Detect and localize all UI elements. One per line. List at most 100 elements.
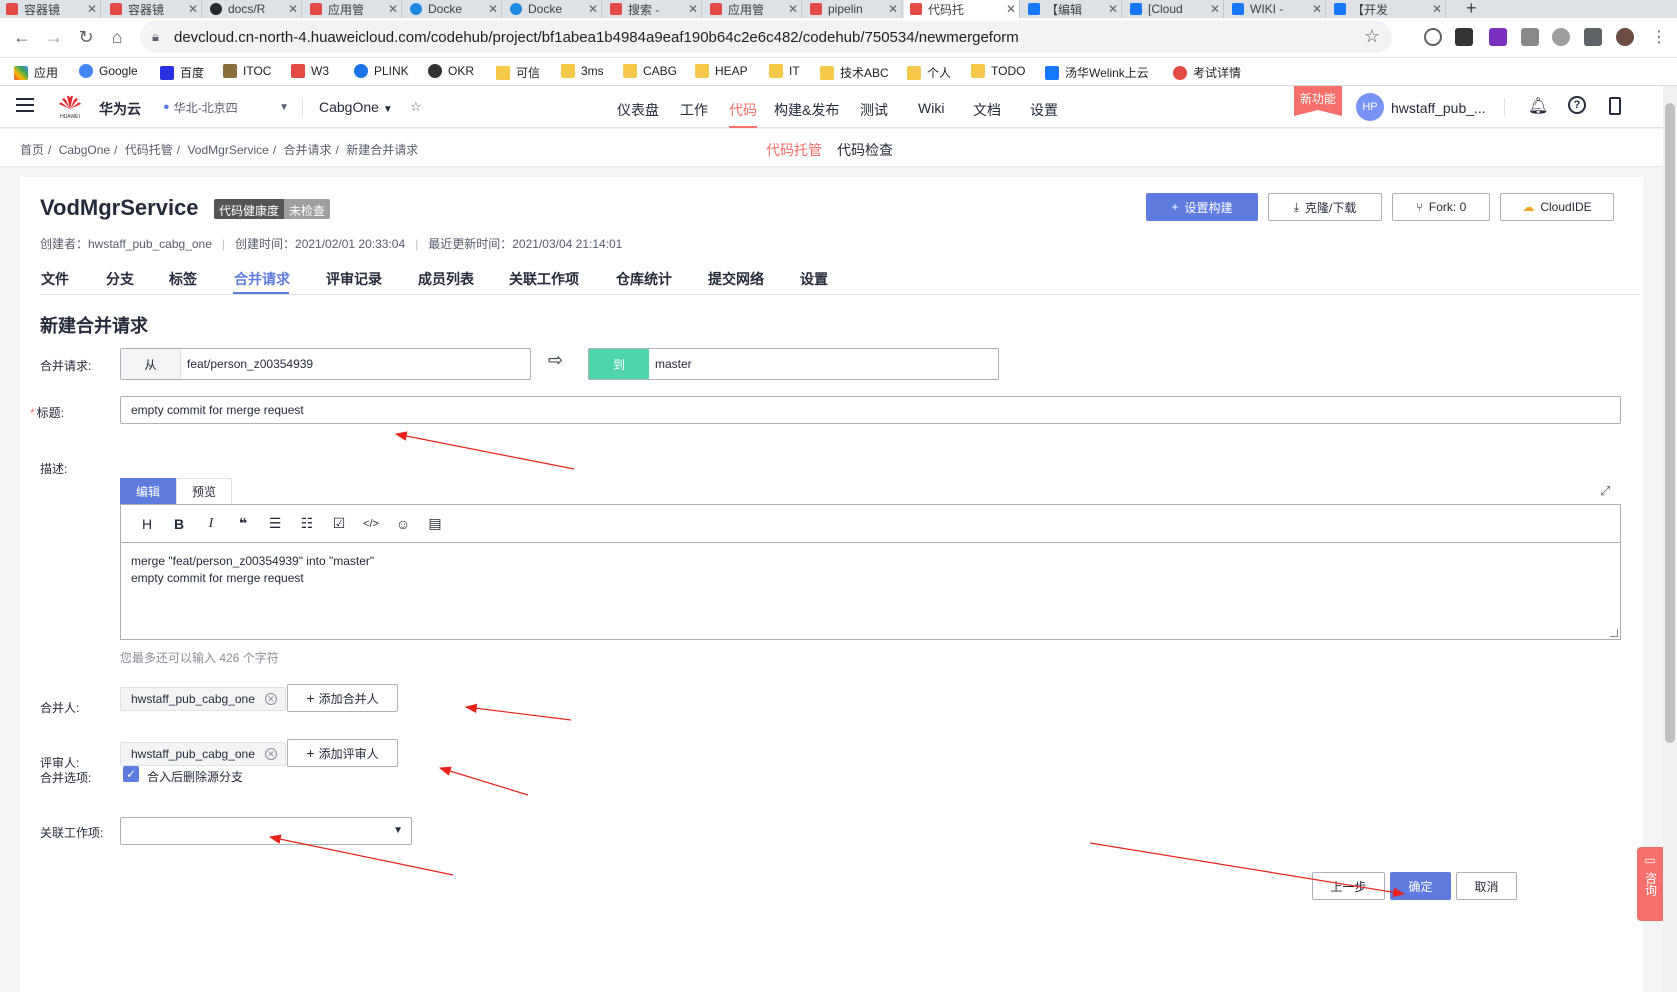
bookmark-folder[interactable]: HEAP (695, 64, 748, 78)
breadcrumb-merge-requests[interactable]: 合并请求 (284, 143, 332, 157)
nav-docs[interactable]: 文档 (973, 100, 1001, 120)
tab-merge-requests[interactable]: 合并请求 (234, 269, 290, 289)
region-selector[interactable]: ● 华北-北京四 ▼ (163, 95, 289, 119)
extension-icon[interactable] (1552, 28, 1570, 46)
browser-tab[interactable]: 【开发 ✕ (1328, 0, 1446, 18)
breadcrumb-project[interactable]: CabgOne (59, 143, 110, 157)
health-badge[interactable]: 代码健康度 未检查 (214, 199, 331, 219)
breadcrumb-codehub[interactable]: 代码托管 (125, 143, 173, 157)
browser-tab[interactable]: 搜索 - ✕ (604, 0, 702, 18)
tab-network[interactable]: 提交网络 (708, 269, 764, 289)
extension-icon[interactable] (1424, 28, 1442, 46)
italic-icon[interactable]: I (195, 516, 227, 532)
fork-button[interactable]: ⑂ Fork: 0 (1392, 193, 1490, 221)
emoji-icon[interactable]: ☺ (387, 516, 419, 532)
url-text[interactable]: devcloud.cn-north-4.huaweicloud.com/code… (174, 29, 1019, 46)
close-icon[interactable]: ✕ (185, 2, 201, 16)
close-icon[interactable]: ✕ (585, 2, 601, 16)
task-list-icon[interactable]: ☑ (323, 515, 355, 532)
delete-source-branch-checkbox[interactable]: ✓ (123, 766, 139, 782)
browser-tab[interactable]: docs/R ✕ (204, 0, 302, 18)
heading-icon[interactable]: H (131, 516, 163, 532)
bookmark-folder[interactable]: TODO (971, 64, 1025, 78)
mobile-icon[interactable] (1609, 97, 1621, 115)
close-icon[interactable]: ✕ (1003, 2, 1019, 16)
nav-settings[interactable]: 设置 (1030, 100, 1058, 120)
new-feature-badge[interactable]: 新功能 (1294, 86, 1342, 116)
tab-work-items[interactable]: 关联工作项 (509, 269, 579, 289)
editor-tab-edit[interactable]: 编辑 (120, 478, 176, 504)
confirm-button[interactable]: 确定 (1390, 872, 1451, 900)
breadcrumb-home[interactable]: 首页 (20, 143, 44, 157)
target-branch-field[interactable]: 到 master (588, 348, 999, 380)
close-icon[interactable]: ✕ (1105, 2, 1121, 16)
nav-work[interactable]: 工作 (680, 100, 708, 120)
bookmark-item[interactable]: 汤华Welink上云 (1045, 64, 1149, 81)
nav-dashboard[interactable]: 仪表盘 (617, 100, 659, 120)
browser-tab[interactable]: pipelin ✕ (804, 0, 902, 18)
setup-build-button[interactable]: + 设置构建 (1146, 193, 1258, 221)
browser-tab[interactable]: 容器镜 ✕ (0, 0, 101, 18)
close-icon[interactable]: ✕ (285, 2, 301, 16)
close-icon[interactable]: ✕ (1207, 2, 1223, 16)
bookmark-item[interactable]: ITOC (223, 64, 271, 78)
bookmark-folder[interactable]: IT (769, 64, 800, 78)
nav-wiki[interactable]: Wiki (918, 100, 944, 116)
bookmark-folder[interactable]: 3ms (561, 64, 604, 78)
omnibox[interactable]: 🔒︎ devcloud.cn-north-4.huaweicloud.com/c… (140, 21, 1392, 53)
favorite-star-icon[interactable]: ☆ (410, 99, 422, 115)
close-icon[interactable]: ✕ (485, 2, 501, 16)
home-icon[interactable]: ⌂ (106, 27, 128, 48)
browser-tab[interactable]: 容器镜 ✕ (104, 0, 202, 18)
extension-icon[interactable] (1489, 28, 1507, 46)
close-icon[interactable]: ✕ (1309, 2, 1325, 16)
browser-tab[interactable]: Docke ✕ (404, 0, 502, 18)
nav-build-release[interactable]: 构建&发布 (774, 100, 839, 120)
browser-tab[interactable]: 应用管 ✕ (304, 0, 402, 18)
tab-tags[interactable]: 标签 (169, 269, 197, 289)
bookmark-item[interactable]: 考试详情 (1173, 64, 1241, 81)
tab-branches[interactable]: 分支 (106, 269, 134, 289)
close-icon[interactable]: ✕ (785, 2, 801, 16)
back-icon[interactable]: ← (11, 27, 33, 48)
new-tab-icon[interactable]: + (1466, 0, 1477, 19)
reload-icon[interactable]: ↻ (75, 27, 97, 48)
resize-handle[interactable] (1610, 629, 1618, 637)
extension-icon[interactable] (1521, 28, 1539, 46)
page-scrollbar-thumb[interactable] (1665, 103, 1675, 743)
more-icon[interactable]: ⋮ (1648, 27, 1670, 47)
bookmark-item[interactable]: W3 (291, 64, 329, 78)
puzzle-icon[interactable] (1584, 28, 1602, 46)
delete-source-branch-label[interactable]: 合入后删除源分支 (147, 768, 243, 785)
forward-icon[interactable]: → (43, 27, 65, 48)
hamburger-menu-icon[interactable] (16, 98, 34, 112)
bookmark-star-icon[interactable]: ☆ (1364, 26, 1380, 47)
remove-icon[interactable]: ✕ (264, 693, 277, 705)
bell-icon[interactable]: 🔔︎ (1528, 96, 1548, 116)
title-input[interactable]: empty commit for merge request (120, 396, 1621, 424)
ordered-list-icon[interactable]: ☷ (291, 515, 323, 532)
bookmark-item[interactable]: 百度 (160, 64, 204, 81)
prev-step-button[interactable]: 上一步 (1312, 872, 1385, 900)
nav-test[interactable]: 测试 (860, 100, 888, 120)
source-branch-field[interactable]: 从 feat/person_z00354939 (120, 348, 531, 380)
tab-statistics[interactable]: 仓库统计 (616, 269, 672, 289)
bold-icon[interactable]: B (163, 516, 195, 532)
add-merger-button[interactable]: + 添加合并人 (287, 684, 398, 712)
avatar[interactable]: HP (1356, 93, 1384, 121)
subnav-codehub[interactable]: 代码托管 (766, 140, 822, 160)
browser-tab[interactable]: Docke ✕ (504, 0, 602, 18)
code-icon[interactable]: </> (355, 518, 387, 530)
tab-files[interactable]: 文件 (41, 269, 69, 289)
browser-tab[interactable]: 应用管 ✕ (704, 0, 802, 18)
browser-tab[interactable]: 【编辑 ✕ (1022, 0, 1122, 18)
browser-tab[interactable]: [Cloud ✕ (1124, 0, 1224, 18)
nav-code[interactable]: 代码 (729, 100, 757, 120)
remove-icon[interactable]: ✕ (264, 748, 277, 760)
tab-members[interactable]: 成员列表 (418, 269, 474, 289)
expand-icon[interactable]: ⤢ (1600, 483, 1610, 499)
close-icon[interactable]: ✕ (1429, 2, 1445, 16)
project-selector[interactable]: CabgOne ▼ (319, 99, 393, 115)
breadcrumb-repo[interactable]: VodMgrService (187, 143, 268, 157)
close-icon[interactable]: ✕ (885, 2, 901, 16)
